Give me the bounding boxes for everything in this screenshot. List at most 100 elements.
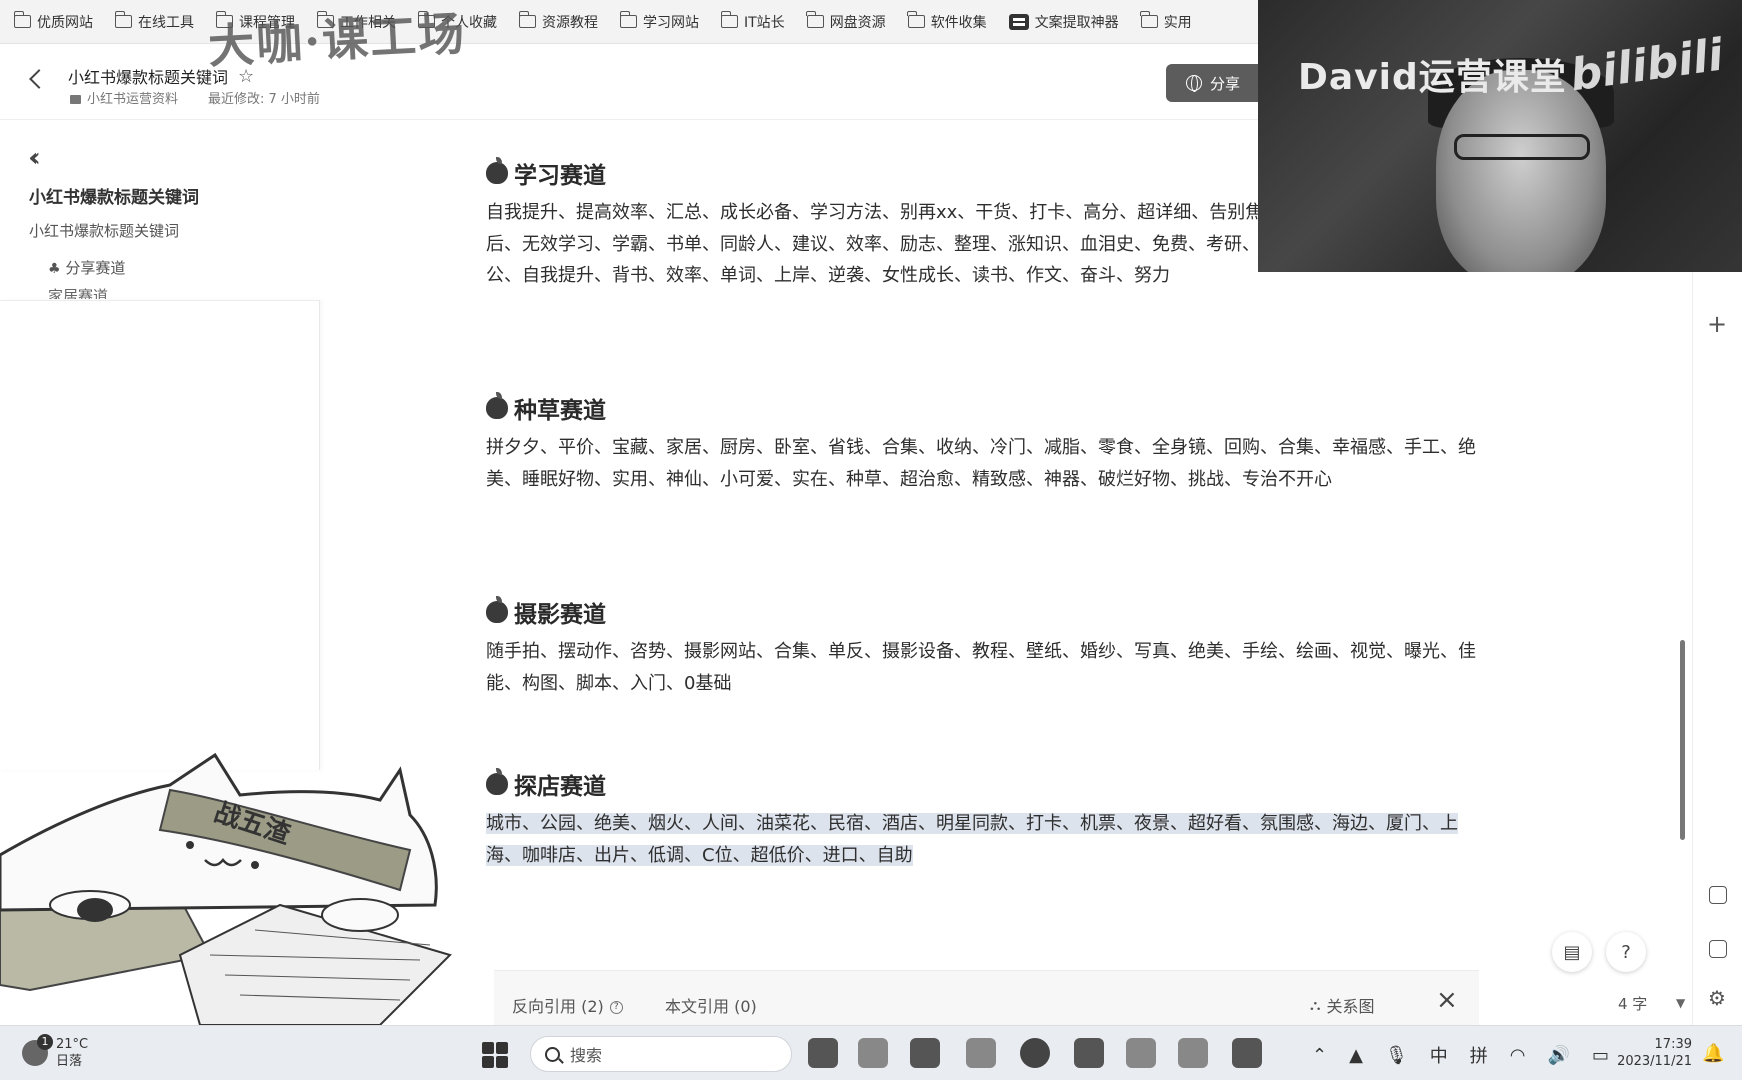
wechat-app-icon[interactable]	[1178, 1038, 1208, 1068]
chevron-up-icon[interactable]: ⌃	[1312, 1045, 1327, 1066]
close-icon[interactable]: ×	[1436, 985, 1458, 1015]
sidebar-item-share-track[interactable]: ♣ 分享赛道	[48, 257, 125, 278]
bookmark-item[interactable]: 资源教程	[518, 11, 598, 32]
clock[interactable]: 17:39 2023/11/21	[1610, 1036, 1692, 1070]
question-icon: ?	[1621, 941, 1631, 963]
taskbar-search[interactable]: 搜索	[530, 1036, 792, 1072]
bookmark-item[interactable]: 实用	[1140, 11, 1192, 32]
bookmark-item[interactable]: IT站长	[720, 11, 785, 32]
sidebar-item-document[interactable]: 小红书爆款标题关键词	[29, 220, 179, 241]
file-explorer-icon[interactable]	[966, 1038, 996, 1068]
files-app-icon[interactable]	[858, 1038, 888, 1068]
bookmark-item[interactable]: 学习网站	[619, 11, 699, 32]
search-icon	[545, 1046, 560, 1062]
bookmark-label: 学习网站	[643, 14, 699, 31]
backlinks-tab[interactable]: 反向引用 (2)?	[512, 993, 623, 1017]
document-icon: ▤	[1563, 941, 1581, 963]
presenter-glasses	[1454, 134, 1590, 160]
weather-widget[interactable]: 21°C 日落	[22, 1034, 88, 1070]
section-shop-visit: 探店赛道 城市、公园、绝美、烟火、人间、油菜花、民宿、酒店、明星同款、打卡、机票…	[486, 767, 1476, 871]
bookmark-label: 实用	[1163, 14, 1192, 31]
search-placeholder: 搜索	[570, 1046, 603, 1065]
bookmark-item[interactable]: 优质网站	[13, 11, 93, 32]
section-text[interactable]: 拼夕夕、平价、宝藏、家居、厨房、卧室、省钱、合集、收纳、冷门、减脂、零食、全身镜…	[486, 432, 1476, 495]
share-label: 分享	[1210, 74, 1241, 93]
section-photography: 摄影赛道 随手拍、摆动作、咨势、摄影网站、合集、单反、摄影设备、教程、壁纸、婚纱…	[486, 595, 1476, 699]
bookmark-item[interactable]: 网盘资源	[806, 11, 886, 32]
section-heading: 探店赛道	[514, 774, 606, 800]
document-app-icon[interactable]	[1232, 1038, 1262, 1068]
sidebar: ‹‹ 小红书爆款标题关键词 小红书爆款标题关键词 ♣ 分享赛道 家居赛道	[0, 121, 320, 301]
weather-condition: 日落	[56, 1054, 83, 1069]
bookmark-label: 优质网站	[37, 14, 93, 31]
bookmark-label: IT站长	[744, 14, 785, 31]
folder-name: 小红书运营资料	[87, 92, 179, 107]
edge-browser-icon[interactable]	[1020, 1038, 1050, 1068]
popup-panel	[0, 300, 320, 770]
bookmark-item[interactable]: 文案提取神器	[1008, 12, 1119, 32]
windows-start-icon[interactable]	[482, 1042, 508, 1068]
bilibili-logo: bilibili	[1567, 29, 1727, 102]
outline-button[interactable]: ▤	[1552, 932, 1592, 972]
sunset-icon	[22, 1034, 53, 1066]
wifi-icon[interactable]: ◠	[1510, 1045, 1526, 1066]
help-button[interactable]: ?	[1606, 932, 1646, 972]
section-text-selected[interactable]: 城市、公园、绝美、烟火、人间、油菜花、民宿、酒店、明星同款、打卡、机票、夜景、超…	[486, 808, 1476, 871]
share-button[interactable]: 分享	[1166, 64, 1266, 102]
ime-chinese[interactable]: 中	[1430, 1042, 1448, 1068]
folder-icon	[1140, 11, 1158, 28]
folder-icon	[518, 11, 536, 28]
document-title-text: 小红书爆款标题关键词	[68, 68, 229, 87]
folder-icon	[720, 11, 738, 28]
fruit-icon	[486, 157, 508, 184]
watermark-logo: 大咖·课工场	[206, 6, 468, 74]
fruit-icon	[486, 596, 508, 623]
ime-pinyin[interactable]: 拼	[1470, 1042, 1488, 1068]
volume-icon[interactable]: 🔊	[1548, 1045, 1570, 1066]
folder-icon	[907, 11, 925, 28]
channel-watermark: David运营课堂	[1298, 57, 1567, 98]
folder-icon	[114, 11, 132, 28]
section-heading: 摄影赛道	[514, 602, 606, 628]
relation-graph-button[interactable]: ⛬ 关系图	[1310, 993, 1375, 1017]
microphone-icon[interactable]: 🎙	[1385, 1045, 1408, 1066]
time: 17:39	[1654, 1037, 1692, 1052]
app-icon	[1008, 13, 1029, 30]
last-modified: 最近修改: 7 小时前	[208, 92, 320, 107]
webcam-overlay: David运营课堂 bilibili	[1258, 0, 1742, 272]
battery-icon[interactable]: ▭	[1592, 1045, 1609, 1066]
store-app-icon[interactable]	[1074, 1038, 1104, 1068]
bookmark-item[interactable]: 在线工具	[114, 11, 194, 32]
notification-bell-icon[interactable]: 🔔	[1702, 1043, 1724, 1064]
cat-tray-icon[interactable]: ▲	[1349, 1045, 1363, 1066]
bookmark-label: 在线工具	[138, 14, 194, 31]
citations-tab[interactable]: 本文引用 (0)	[665, 993, 757, 1017]
collapse-sidebar-icon[interactable]: ‹‹	[28, 143, 40, 173]
document-meta: 小红书运营资料 最近修改: 7 小时前	[70, 88, 320, 107]
selection-highlight: 城市、公园、绝美、烟火、人间、油菜花、民宿、酒店、明星同款、打卡、机票、夜景、超…	[486, 813, 1458, 866]
fruit-icon: ♣	[48, 261, 61, 277]
section-text[interactable]: 随手拍、摆动作、咨势、摄影网站、合集、单反、摄影设备、教程、壁纸、婚纱、写真、绝…	[486, 636, 1476, 699]
premiere-app-icon[interactable]	[808, 1038, 838, 1068]
taskbar: 21°C 日落 搜索 ⌃ ▲ 🎙 中 拼 ◠ 🔊 ▭ 17:39 2023/11/…	[0, 1025, 1742, 1080]
bookmark-label: 文案提取神器	[1034, 14, 1119, 31]
folder-icon	[70, 95, 81, 104]
add-icon[interactable]: +	[1707, 310, 1727, 338]
scissors-icon[interactable]	[1709, 886, 1727, 904]
section-seeding: 种草赛道 拼夕夕、平价、宝藏、家居、厨房、卧室、省钱、合集、收纳、冷门、减脂、零…	[486, 391, 1476, 495]
bookmark-item[interactable]: 软件收集	[907, 11, 987, 32]
section-heading: 学习赛道	[514, 163, 606, 189]
panel-toggle-icon[interactable]	[1709, 940, 1727, 958]
folder-breadcrumb[interactable]: 小红书运营资料	[70, 88, 178, 107]
teams-app-icon[interactable]	[910, 1038, 940, 1068]
folder-icon	[13, 11, 31, 28]
graph-icon: ⛬	[1310, 996, 1321, 1014]
gear-icon[interactable]: ⚙	[1708, 986, 1726, 1010]
date: 2023/11/21	[1617, 1054, 1692, 1069]
fruit-icon	[486, 392, 508, 419]
notes-app-icon[interactable]	[1126, 1038, 1156, 1068]
scrollbar[interactable]	[1680, 640, 1685, 840]
sidebar-item-home-track[interactable]: 家居赛道	[48, 285, 108, 299]
chevron-down-icon[interactable]: ▼	[1676, 996, 1685, 1010]
back-arrow-icon[interactable]	[29, 69, 49, 89]
